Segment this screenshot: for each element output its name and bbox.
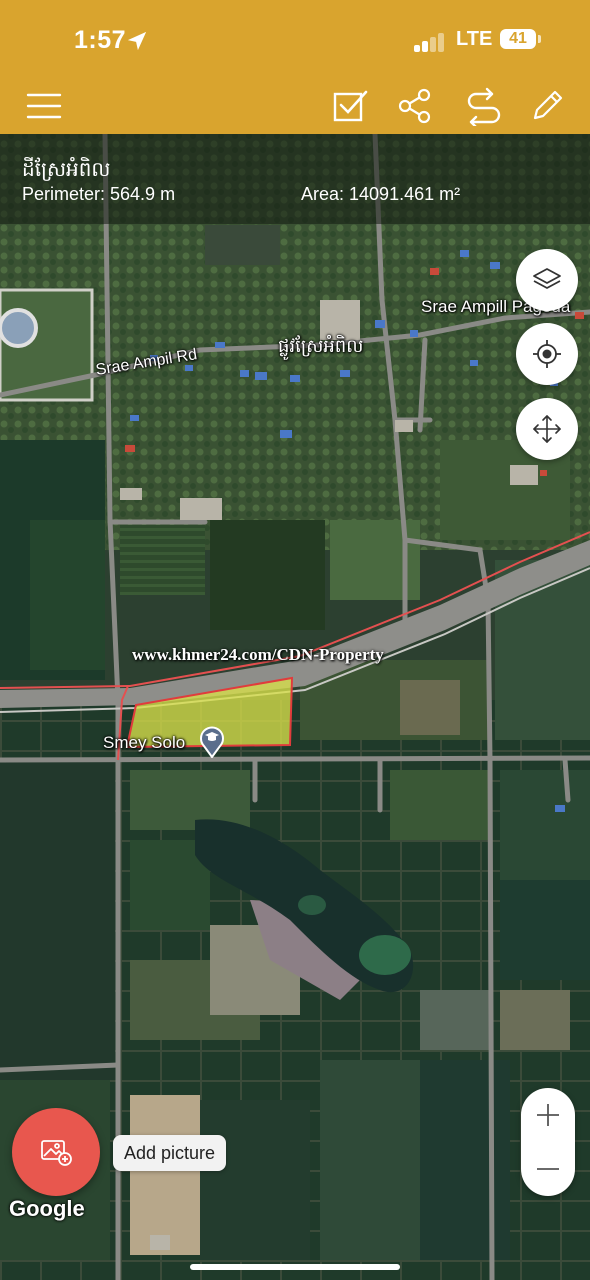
layers-icon bbox=[533, 268, 561, 289]
menu-button[interactable] bbox=[24, 86, 64, 126]
undo-button[interactable] bbox=[462, 86, 502, 129]
road-label-khmer: ផ្លូវស្រែអំពិល bbox=[278, 336, 364, 356]
network-type: LTE bbox=[456, 28, 493, 50]
add-picture-button[interactable] bbox=[12, 1108, 100, 1196]
move-arrows-icon bbox=[533, 415, 561, 443]
google-attribution: Google bbox=[9, 1196, 85, 1221]
plus-icon bbox=[537, 1104, 559, 1126]
checkbox-icon bbox=[333, 90, 368, 122]
my-location-button[interactable] bbox=[516, 323, 578, 385]
zoom-out-button[interactable] bbox=[521, 1142, 575, 1196]
graduation-cap-pin-icon[interactable] bbox=[199, 724, 225, 758]
zoom-in-button[interactable] bbox=[521, 1088, 575, 1142]
zoom-control bbox=[521, 1088, 575, 1196]
battery-tip bbox=[538, 35, 541, 43]
menu-icon bbox=[26, 93, 62, 119]
parcel-name: ដីស្រែអំពិល bbox=[22, 159, 111, 181]
add-image-icon bbox=[41, 1140, 72, 1166]
share-button[interactable] bbox=[395, 86, 435, 126]
select-button[interactable] bbox=[330, 86, 370, 126]
edit-button[interactable] bbox=[527, 86, 567, 126]
parcel-info-banner: ដីស្រែអំពិល Perimeter: 564.9 m Area: 140… bbox=[0, 134, 590, 224]
add-picture-tooltip[interactable]: Add picture bbox=[113, 1135, 227, 1171]
signal-strength-icon bbox=[414, 30, 448, 52]
edit-icon bbox=[533, 90, 563, 120]
toolbar bbox=[0, 80, 590, 134]
layers-button[interactable] bbox=[516, 249, 578, 311]
poi-label[interactable]: Smey Solo bbox=[103, 733, 185, 753]
status-time: 1:57 bbox=[74, 26, 127, 54]
minus-icon bbox=[537, 1168, 559, 1170]
battery-icon: 41 bbox=[500, 29, 536, 49]
perimeter-value: Perimeter: 564.9 m bbox=[22, 184, 176, 204]
crosshair-location-icon bbox=[533, 340, 561, 368]
area-value: Area: 14091.461 m² bbox=[301, 184, 461, 204]
undo-icon bbox=[467, 87, 501, 129]
status-bar: 1:57 LTE 41 bbox=[0, 0, 590, 80]
home-indicator[interactable] bbox=[190, 1264, 400, 1270]
move-button[interactable] bbox=[516, 398, 578, 460]
location-arrow-icon bbox=[127, 31, 147, 51]
watermark: www.khmer24.com/CDN-Property bbox=[132, 645, 384, 664]
share-icon bbox=[398, 88, 431, 124]
